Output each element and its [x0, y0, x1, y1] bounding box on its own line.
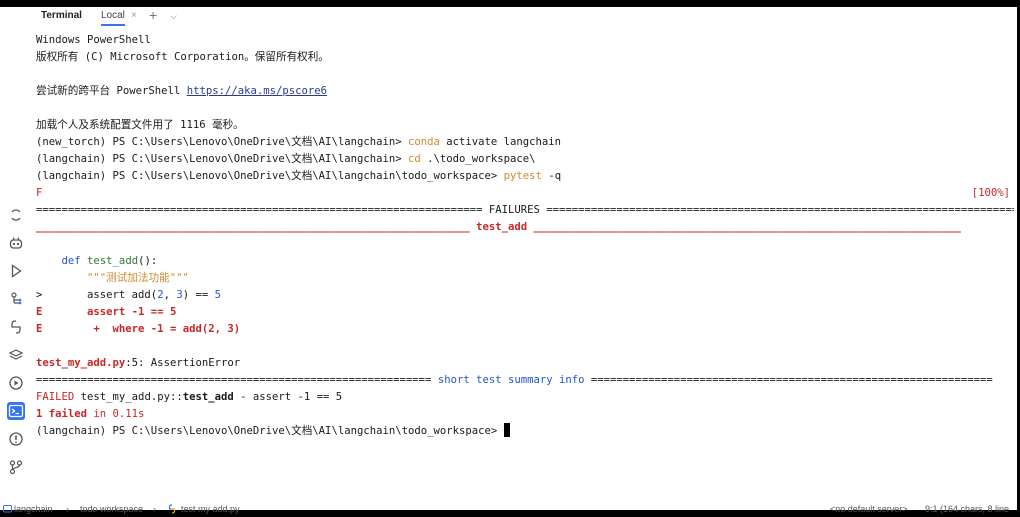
- status-bar: langchain › todo workspace › test my add…: [0, 500, 1017, 517]
- code-line: """测试加法功能""": [87, 272, 189, 284]
- terminal-line: 尝试新的跨平台 PowerShell https://aka.ms/pscore…: [36, 85, 328, 97]
- breadcrumb-file[interactable]: test my add.py: [181, 504, 240, 514]
- test-progress-line: F [100%]: [36, 185, 1014, 202]
- refresh-icon[interactable]: [8, 207, 24, 223]
- terminal-line: (langchain) PS C:\Users\Lenovo\OneDrive\…: [36, 153, 536, 165]
- breadcrumb-separator: ›: [153, 504, 156, 514]
- terminal-line: Windows PowerShell: [36, 34, 151, 46]
- text-cursor: [503, 423, 510, 437]
- tab-local[interactable]: Local: [101, 10, 125, 26]
- breadcrumb-folder[interactable]: todo workspace: [80, 504, 143, 514]
- new-tab-icon[interactable]: +: [149, 7, 157, 23]
- breadcrumb-separator: ›: [66, 504, 69, 514]
- problems-icon[interactable]: [8, 431, 24, 447]
- terminal-line: (new_torch) PS C:\Users\Lenovo\OneDrive\…: [36, 136, 562, 148]
- run-icon[interactable]: [8, 263, 24, 279]
- copilot-icon[interactable]: [8, 235, 24, 251]
- terminal-tab-bar: Terminal Local × + ⌵: [0, 7, 1017, 27]
- terminal-output[interactable]: Windows PowerShell 版权所有 (C) Microsoft Co…: [36, 32, 1014, 440]
- summary-header: ========================================…: [36, 374, 993, 386]
- progress-percent: [100%]: [971, 187, 1010, 199]
- services-icon[interactable]: [8, 291, 24, 307]
- result-line: 1 failed in 0.11s: [36, 408, 145, 420]
- terminal-icon[interactable]: [7, 402, 25, 420]
- breadcrumb-project[interactable]: langchain: [14, 504, 53, 514]
- server-status[interactable]: <no default server>: [830, 504, 908, 514]
- caret-position[interactable]: 9:1 (164 chars, 8 line: [925, 504, 1009, 514]
- terminal-line: 版权所有 (C) Microsoft Corporation。保留所有权利。: [36, 51, 329, 63]
- close-tab-icon[interactable]: ×: [131, 10, 137, 21]
- test-name-header: ________________________________________…: [36, 221, 961, 233]
- pscore6-link[interactable]: https://aka.ms/pscore6: [187, 85, 327, 97]
- code-line: > assert add(2, 3) == 5: [36, 289, 222, 301]
- code-line: def test_add():: [61, 255, 158, 267]
- debug-services-icon[interactable]: [8, 375, 24, 391]
- error-line: E + where -1 = add(2, 3): [36, 323, 241, 335]
- prompt-line[interactable]: (langchain) PS C:\Users\Lenovo\OneDrive\…: [36, 423, 1014, 440]
- terminal-line: 加载个人及系统配置文件用了 1116 毫秒。: [36, 119, 244, 131]
- error-line: E assert -1 == 5: [36, 306, 177, 318]
- failures-header: ========================================…: [36, 204, 1014, 216]
- python-file-icon: [167, 504, 177, 516]
- terminal-line: (langchain) PS C:\Users\Lenovo\OneDrive\…: [36, 170, 562, 182]
- assertion-location: test_my_add.py:5: AssertionError: [36, 357, 241, 369]
- ide-window: Terminal Local × + ⌵ Windows PowerShell …: [0, 7, 1017, 514]
- git-icon[interactable]: [8, 459, 24, 475]
- tab-terminal[interactable]: Terminal: [41, 10, 82, 21]
- python-console-icon[interactable]: [8, 319, 24, 335]
- layers-icon[interactable]: [8, 347, 24, 363]
- failed-summary-line: FAILED test_my_add.py::test_add - assert…: [36, 391, 343, 403]
- chevron-down-icon[interactable]: ⌵: [170, 11, 177, 22]
